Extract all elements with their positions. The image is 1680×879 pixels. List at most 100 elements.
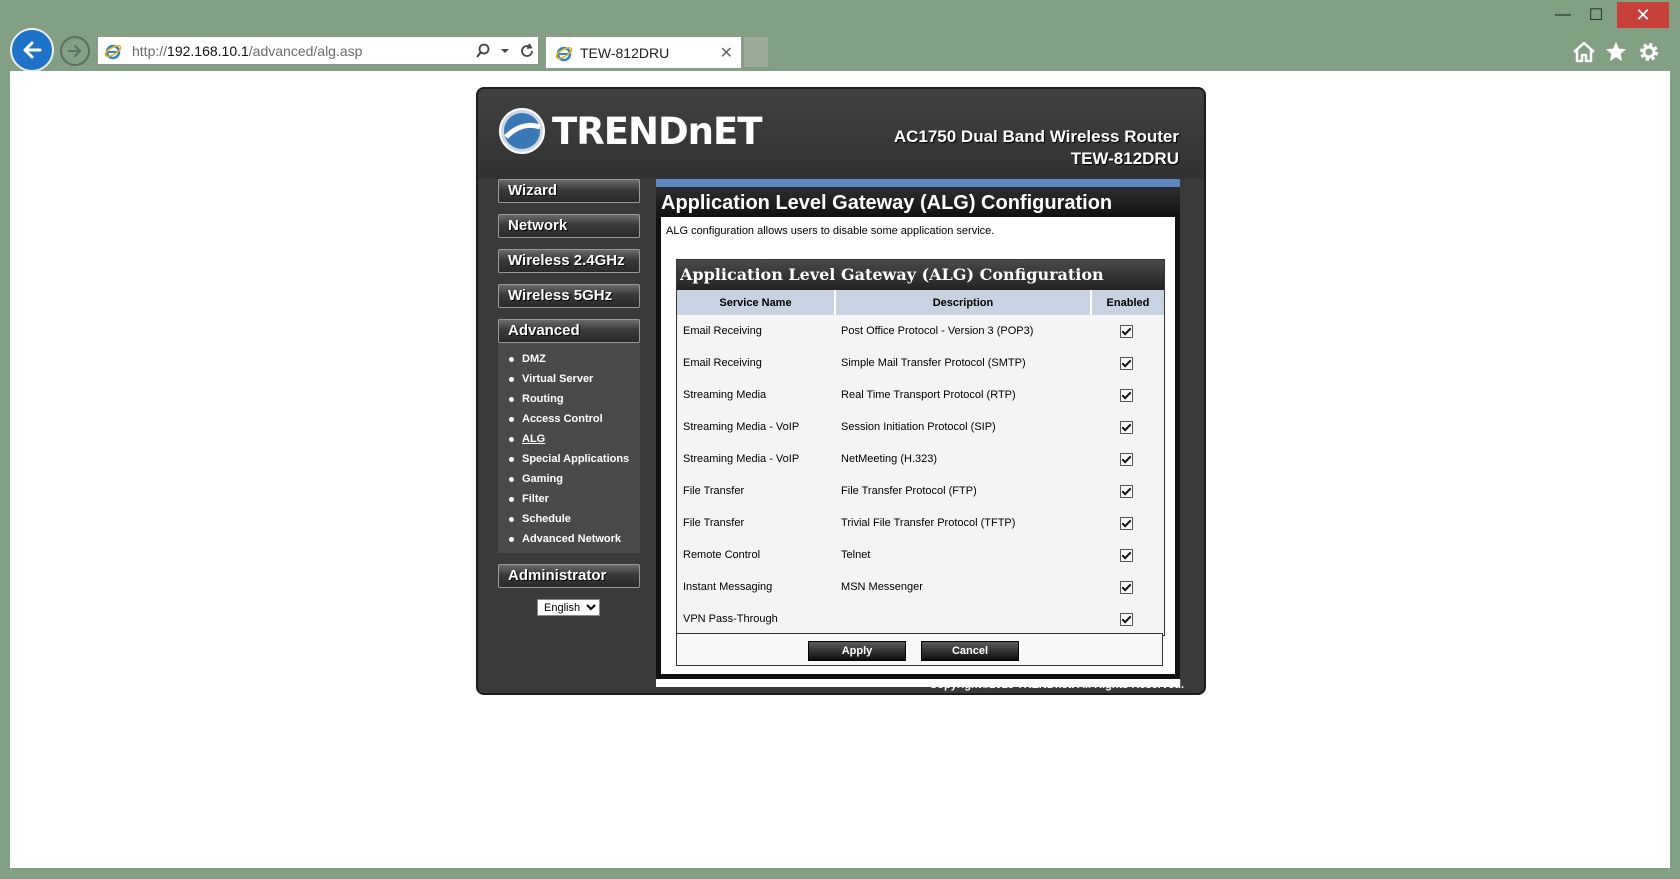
language-select[interactable]: English bbox=[537, 599, 600, 616]
forward-button[interactable] bbox=[60, 36, 90, 66]
router-panel: TRENDnET AC1750 Dual Band Wireless Route… bbox=[476, 87, 1206, 695]
enabled-checkbox[interactable] bbox=[1120, 484, 1134, 498]
enabled-checkbox[interactable] bbox=[1120, 324, 1134, 338]
main-content: Application Level Gateway (ALG) Configur… bbox=[656, 179, 1180, 687]
address-url[interactable]: http://192.168.10.1/advanced/alg.asp bbox=[132, 43, 472, 59]
alg-box-title: Application Level Gateway (ALG) Configur… bbox=[677, 260, 1164, 290]
nav-network[interactable]: Network bbox=[498, 214, 640, 238]
column-header-description: Description bbox=[835, 290, 1092, 315]
table-header-row: Service Name Description Enabled bbox=[677, 290, 1164, 315]
close-tab-icon[interactable]: ✕ bbox=[720, 43, 733, 63]
enabled-checkbox[interactable] bbox=[1120, 612, 1134, 626]
table-row: Streaming Media - VoIP Session Initiation… bbox=[677, 411, 1164, 443]
enabled-checkbox[interactable] bbox=[1120, 580, 1134, 594]
trendnet-logo: TRENDnET bbox=[498, 107, 763, 155]
table-row: Streaming Media - VoIP NetMeeting (H.323) bbox=[677, 443, 1164, 475]
close-window-button[interactable]: ✕ bbox=[1617, 2, 1669, 28]
page-title: Application Level Gateway (ALG) Configur… bbox=[661, 192, 1113, 214]
new-tab-button[interactable] bbox=[743, 36, 769, 68]
table-row: File Transfer File Transfer Protocol (FTP… bbox=[677, 475, 1164, 507]
nav-advanced[interactable]: Advanced bbox=[498, 319, 640, 343]
enabled-checkbox[interactable] bbox=[1120, 356, 1134, 370]
copyright: Copyright©2013 TRENDnet. All Rights Rese… bbox=[929, 679, 1184, 691]
service-name: Streaming Media bbox=[677, 379, 836, 411]
submenu-filter[interactable]: Filter bbox=[498, 489, 640, 509]
service-name: VPN Pass-Through bbox=[677, 603, 836, 635]
enabled-checkbox[interactable] bbox=[1120, 420, 1134, 434]
logo-text: TRENDnET bbox=[552, 109, 763, 153]
bullet-icon bbox=[509, 396, 514, 402]
browser-chrome: — ☐ ✕ http://192.168.10.1/advanced/alg.a… bbox=[0, 0, 1680, 72]
bullet-icon bbox=[509, 436, 514, 442]
service-description: Simple Mail Transfer Protocol (SMTP) bbox=[835, 347, 1091, 379]
alg-table: Service Name Description Enabled Email R… bbox=[677, 290, 1164, 635]
service-description: MSN Messenger bbox=[835, 571, 1091, 603]
nav-wireless-24ghz[interactable]: Wireless 2.4GHz bbox=[498, 249, 640, 273]
service-description: Session Initiation Protocol (SIP) bbox=[835, 411, 1091, 443]
back-button[interactable] bbox=[10, 28, 54, 72]
nav-wireless-5ghz[interactable]: Wireless 5GHz bbox=[498, 284, 640, 308]
bullet-icon bbox=[509, 456, 514, 462]
service-name: Streaming Media - VoIP bbox=[677, 411, 836, 443]
table-row: VPN Pass-Through bbox=[677, 603, 1164, 635]
page-description: ALG configuration allows users to disabl… bbox=[666, 225, 995, 237]
ie-icon bbox=[100, 38, 126, 64]
apply-button[interactable]: Apply bbox=[808, 641, 906, 661]
submenu-alg[interactable]: ALG bbox=[498, 429, 640, 449]
tab-title: TEW-812DRU bbox=[580, 44, 670, 61]
refresh-icon[interactable] bbox=[516, 38, 538, 64]
enabled-checkbox[interactable] bbox=[1120, 388, 1134, 402]
submenu-special-applications[interactable]: Special Applications bbox=[498, 449, 640, 469]
submenu-schedule[interactable]: Schedule bbox=[498, 509, 640, 529]
bullet-icon bbox=[509, 536, 514, 542]
alg-config-box: Application Level Gateway (ALG) Configur… bbox=[676, 259, 1165, 636]
bullet-icon bbox=[509, 476, 514, 482]
advanced-submenu: DMZ Virtual Server Routing Access Contro… bbox=[498, 343, 640, 553]
service-description: Telnet bbox=[835, 539, 1091, 571]
tab-router[interactable]: TEW-812DRU ✕ bbox=[545, 36, 742, 68]
submenu-dmz[interactable]: DMZ bbox=[498, 349, 640, 369]
enabled-checkbox[interactable] bbox=[1120, 516, 1134, 530]
cancel-button[interactable]: Cancel bbox=[921, 641, 1019, 661]
router-header: TRENDnET AC1750 Dual Band Wireless Route… bbox=[478, 89, 1204, 179]
service-name: Email Receiving bbox=[677, 315, 836, 347]
trendnet-logo-icon bbox=[499, 108, 545, 154]
table-row: File Transfer Trivial File Transfer Proto… bbox=[677, 507, 1164, 539]
product-name: AC1750 Dual Band Wireless Router bbox=[893, 127, 1179, 146]
service-name: Email Receiving bbox=[677, 347, 836, 379]
nav-wizard[interactable]: Wizard bbox=[498, 179, 640, 203]
submenu-access-control[interactable]: Access Control bbox=[498, 409, 640, 429]
home-icon[interactable] bbox=[1570, 38, 1598, 66]
arrow-left-icon bbox=[23, 41, 42, 59]
column-header-service: Service Name bbox=[677, 290, 837, 315]
service-description: File Transfer Protocol (FTP) bbox=[835, 475, 1091, 507]
service-description: NetMeeting (H.323) bbox=[835, 443, 1091, 475]
table-row: Email Receiving Post Office Protocol - Ve… bbox=[677, 315, 1164, 347]
service-description: Post Office Protocol - Version 3 (POP3) bbox=[835, 315, 1091, 347]
service-name: File Transfer bbox=[677, 475, 836, 507]
page-viewport: TRENDnET AC1750 Dual Band Wireless Route… bbox=[10, 71, 1670, 868]
service-name: Remote Control bbox=[677, 539, 836, 571]
submenu-virtual-server[interactable]: Virtual Server bbox=[498, 369, 640, 389]
submenu-routing[interactable]: Routing bbox=[498, 389, 640, 409]
chevron-down-icon[interactable] bbox=[494, 38, 516, 64]
bullet-icon bbox=[509, 416, 514, 422]
service-name: File Transfer bbox=[677, 507, 836, 539]
content-body: ALG configuration allows users to disabl… bbox=[656, 217, 1180, 679]
maximize-button[interactable]: ☐ bbox=[1574, 2, 1618, 28]
enabled-checkbox[interactable] bbox=[1120, 452, 1134, 466]
gear-icon[interactable] bbox=[1635, 38, 1663, 66]
enabled-checkbox[interactable] bbox=[1120, 548, 1134, 562]
address-bar[interactable]: http://192.168.10.1/advanced/alg.asp bbox=[97, 36, 539, 65]
search-icon[interactable] bbox=[472, 38, 494, 64]
service-name: Instant Messaging bbox=[677, 571, 836, 603]
submenu-advanced-network[interactable]: Advanced Network bbox=[498, 529, 640, 549]
column-header-enabled: Enabled bbox=[1090, 290, 1164, 315]
table-row: Instant Messaging MSN Messenger bbox=[677, 571, 1164, 603]
nav-administrator[interactable]: Administrator bbox=[498, 564, 640, 588]
content-title-bar: Application Level Gateway (ALG) Configur… bbox=[656, 187, 1180, 217]
ie-icon bbox=[552, 41, 576, 65]
submenu-gaming[interactable]: Gaming bbox=[498, 469, 640, 489]
star-icon[interactable] bbox=[1602, 38, 1630, 66]
bullet-icon bbox=[509, 516, 514, 522]
